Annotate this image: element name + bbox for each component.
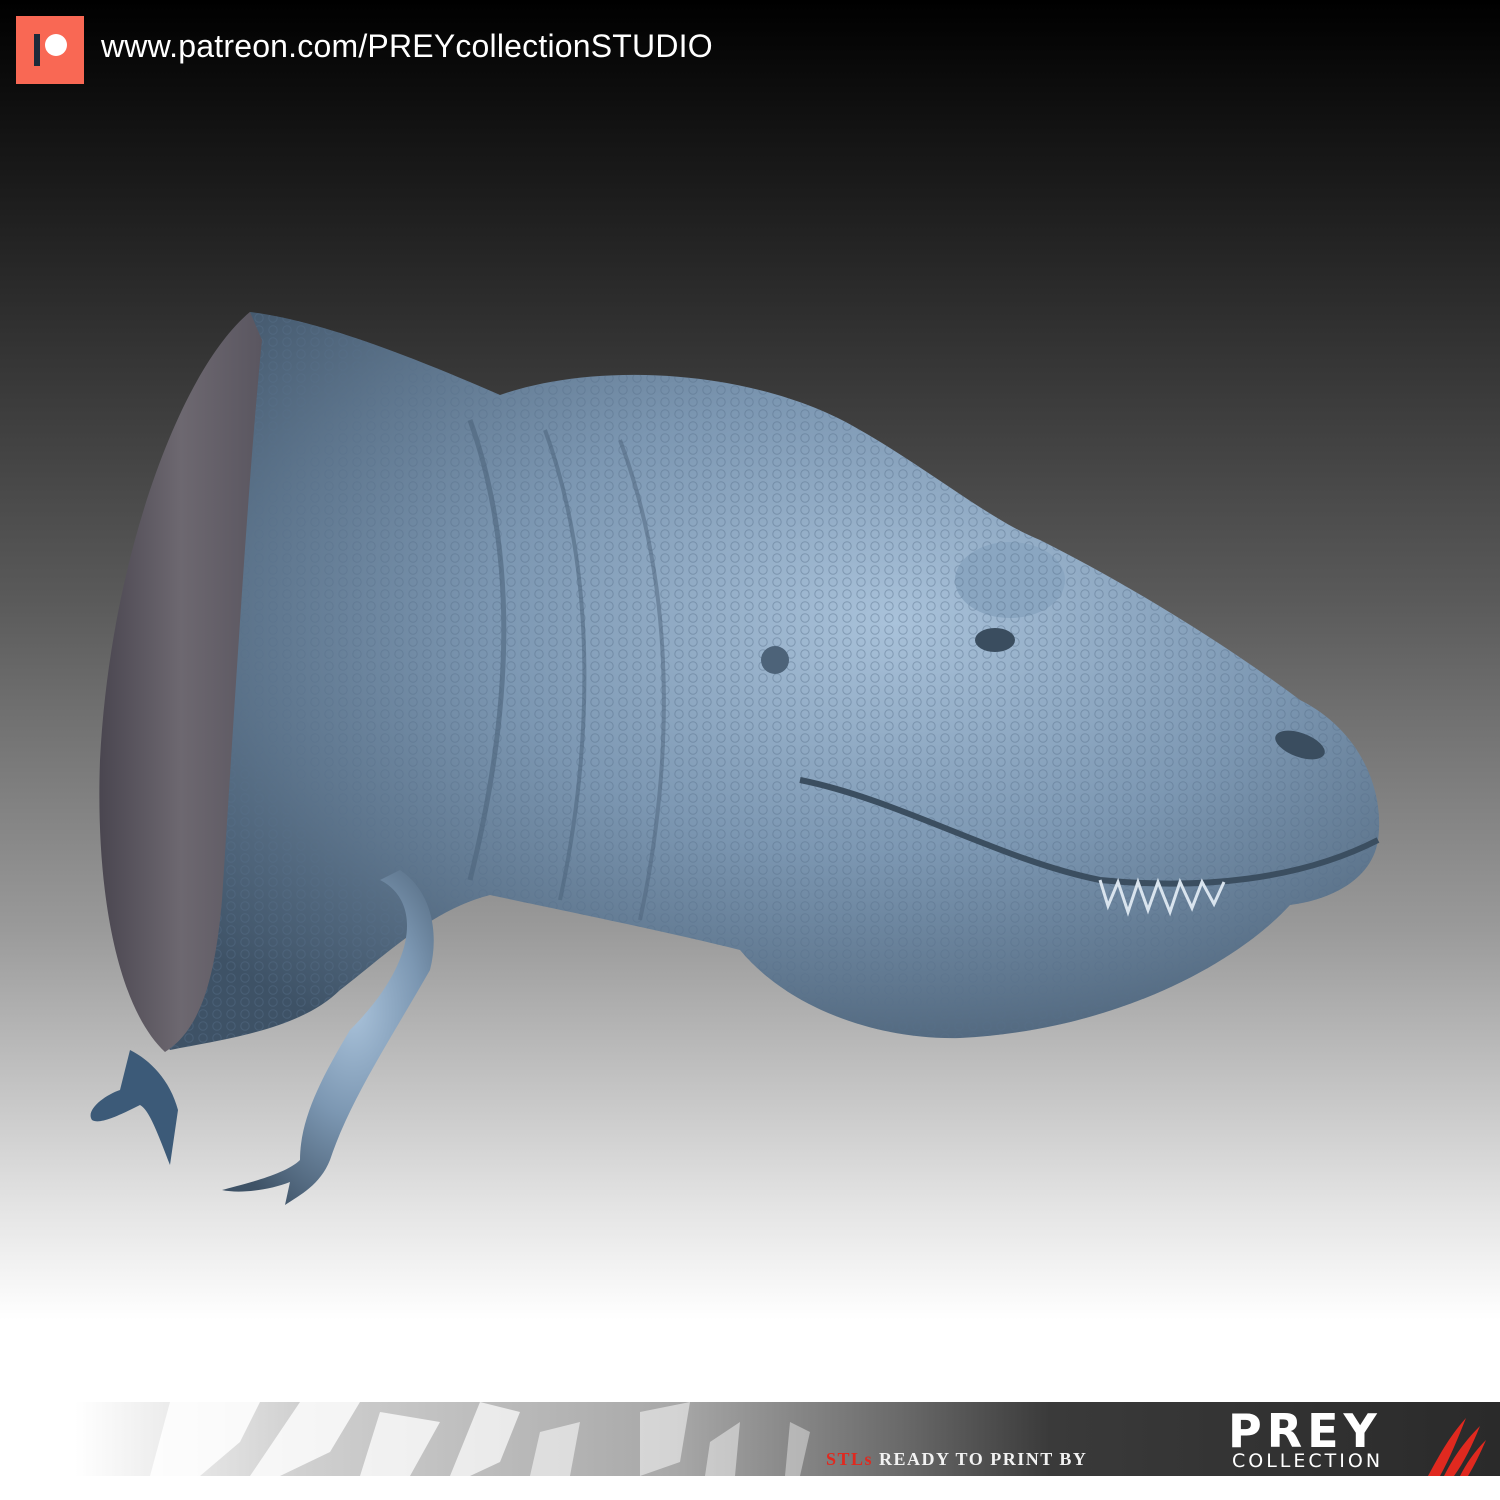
claw-mark-icon — [1428, 1418, 1486, 1476]
dinosaur-bust-render — [90, 312, 1380, 1205]
hindlimb — [90, 1050, 178, 1165]
brand-wordmark: PREY — [1228, 1404, 1382, 1458]
footer-tagline: STLs READY TO PRINT BY — [826, 1449, 1087, 1470]
brand-subtitle: COLLECTION — [1232, 1450, 1384, 1472]
tagline-text: READY TO PRINT BY — [873, 1449, 1088, 1469]
tagline-stl: STLs — [826, 1449, 874, 1469]
